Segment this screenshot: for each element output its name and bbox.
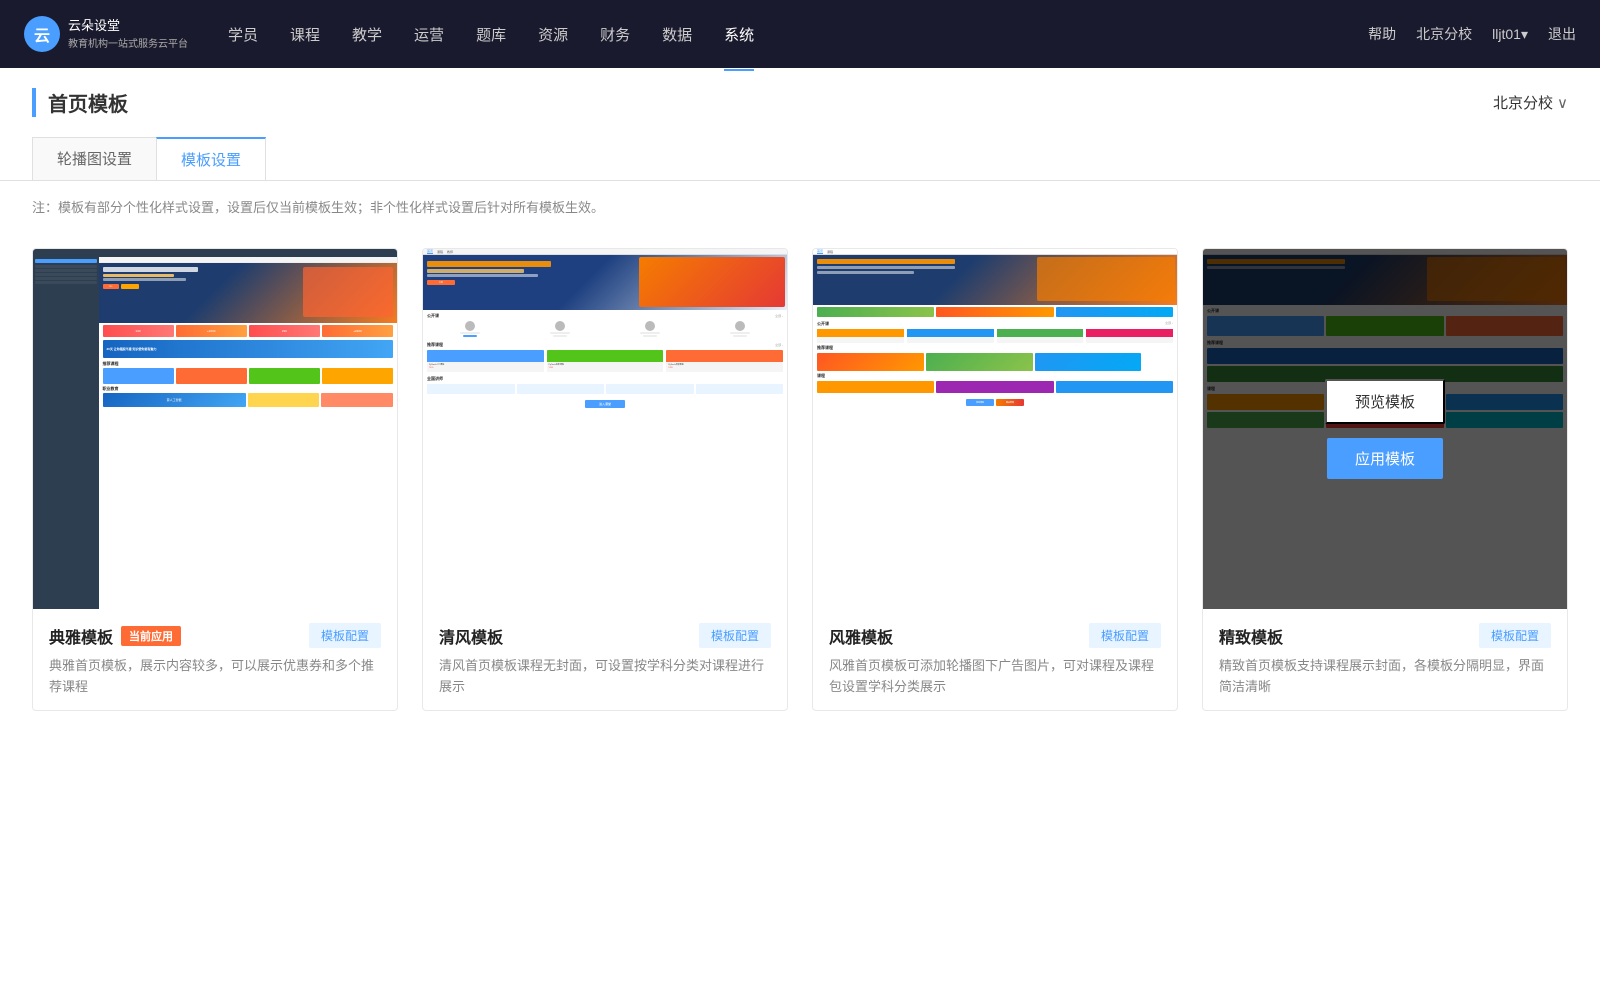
- nav-item-question[interactable]: 题库: [476, 20, 506, 49]
- nav-item-operation[interactable]: 运营: [414, 20, 444, 49]
- nav-menu: 学员 课程 教学 运营 题库 资源 财务 数据 系统: [228, 20, 754, 49]
- template-name-row-3: 风雅模板 模板配置: [829, 623, 1161, 648]
- template-grid: ¥30 ¥30 +¥200 ¥30: [0, 232, 1600, 751]
- tab-carousel[interactable]: 轮播图设置: [32, 137, 157, 180]
- nav-item-course[interactable]: 课程: [290, 20, 320, 49]
- template-name-row-2: 清风模板 模板配置: [439, 623, 771, 648]
- template-config-btn-1[interactable]: 模板配置: [309, 623, 381, 648]
- template-desc-3: 风雅首页模板可添加轮播图下广告图片，可对课程及课程包设置学科分类展示: [829, 656, 1161, 698]
- template-name-4: 精致模板: [1219, 624, 1283, 648]
- nav-left: 云 云朵设堂 教育机构一站式服务云平台 学员 课程 教学 运营 题库 资源 财务…: [24, 16, 754, 52]
- navbar: 云 云朵设堂 教育机构一站式服务云平台 学员 课程 教学 运营 题库 资源 财务…: [0, 0, 1600, 68]
- nav-user[interactable]: lljt01▾: [1492, 26, 1528, 43]
- template-name-2: 清风模板: [439, 624, 503, 648]
- nav-item-resource[interactable]: 资源: [538, 20, 568, 49]
- template-name-row-1: 典雅模板 当前应用 模板配置: [49, 623, 381, 648]
- nav-item-teaching[interactable]: 教学: [352, 20, 382, 49]
- preview-template-btn-4[interactable]: 预览模板: [1325, 379, 1445, 424]
- tab-bar: 轮播图设置 模板设置: [0, 117, 1600, 181]
- template-card-2: 首页 课程 教师 立即: [422, 248, 788, 711]
- logo-icon: 云: [24, 16, 60, 52]
- template-desc-2: 清风首页模板课程无封面，可设置按学科分类对课程进行展示: [439, 656, 771, 698]
- tab-template[interactable]: 模板设置: [156, 137, 266, 180]
- template-preview-3: 首页 课程: [813, 249, 1177, 609]
- template-preview-4: 公开课 推荐课程 课程: [1203, 249, 1567, 609]
- nav-item-system[interactable]: 系统: [724, 20, 754, 49]
- apply-template-btn-4[interactable]: 应用模板: [1327, 438, 1443, 479]
- template-card-4: 公开课 推荐课程 课程: [1202, 248, 1568, 711]
- template-overlay-4: 预览模板 应用模板: [1203, 249, 1567, 609]
- chevron-down-icon: ∨: [1557, 94, 1568, 112]
- nav-help[interactable]: 帮助: [1368, 24, 1396, 44]
- template-footer-3: 风雅模板 模板配置 风雅首页模板可添加轮播图下广告图片，可对课程及课程包设置学科…: [813, 609, 1177, 710]
- template-card-3: 首页 课程: [812, 248, 1178, 711]
- page-title: 首页模板: [32, 88, 128, 117]
- template-footer-4: 精致模板 模板配置 精致首页模板支持课程展示封面，各模板分隔明显，界面简洁清晰: [1203, 609, 1567, 710]
- template-config-btn-2[interactable]: 模板配置: [699, 623, 771, 648]
- template-card-1: ¥30 ¥30 +¥200 ¥30: [32, 248, 398, 711]
- nav-branch[interactable]: 北京分校: [1416, 24, 1472, 44]
- template-config-btn-3[interactable]: 模板配置: [1089, 623, 1161, 648]
- page-header: 首页模板 北京分校 ∨: [0, 68, 1600, 117]
- template-footer-1: 典雅模板 当前应用 模板配置 典雅首页模板，展示内容较多，可以展示优惠券和多个推…: [33, 609, 397, 710]
- nav-right: 帮助 北京分校 lljt01▾ 退出: [1368, 24, 1576, 44]
- template-config-btn-4[interactable]: 模板配置: [1479, 623, 1551, 648]
- template-preview-1: ¥30 ¥30 +¥200 ¥30: [33, 249, 397, 609]
- logo: 云 云朵设堂 教育机构一站式服务云平台: [24, 16, 188, 52]
- current-badge: 当前应用: [121, 626, 181, 646]
- note-text: 注：模板有部分个性化样式设置，设置后仅当前模板生效；非个性化样式设置后针对所有模…: [0, 181, 1600, 232]
- template-preview-2: 首页 课程 教师 立即: [423, 249, 787, 609]
- template-name-row-4: 精致模板 模板配置: [1219, 623, 1551, 648]
- logo-text: 云朵设堂 教育机构一站式服务云平台: [68, 18, 188, 50]
- page-branch-selector[interactable]: 北京分校 ∨: [1493, 92, 1568, 113]
- nav-item-student[interactable]: 学员: [228, 20, 258, 49]
- nav-item-finance[interactable]: 财务: [600, 20, 630, 49]
- template-name-1: 典雅模板 当前应用: [49, 624, 181, 648]
- nav-item-data[interactable]: 数据: [662, 20, 692, 49]
- nav-logout[interactable]: 退出: [1548, 24, 1576, 44]
- template-footer-2: 清风模板 模板配置 清风首页模板课程无封面，可设置按学科分类对课程进行展示: [423, 609, 787, 710]
- template-name-3: 风雅模板: [829, 624, 893, 648]
- template-desc-4: 精致首页模板支持课程展示封面，各模板分隔明显，界面简洁清晰: [1219, 656, 1551, 698]
- main-page: 首页模板 北京分校 ∨ 轮播图设置 模板设置 注：模板有部分个性化样式设置，设置…: [0, 68, 1600, 990]
- template-desc-1: 典雅首页模板，展示内容较多，可以展示优惠券和多个推荐课程: [49, 656, 381, 698]
